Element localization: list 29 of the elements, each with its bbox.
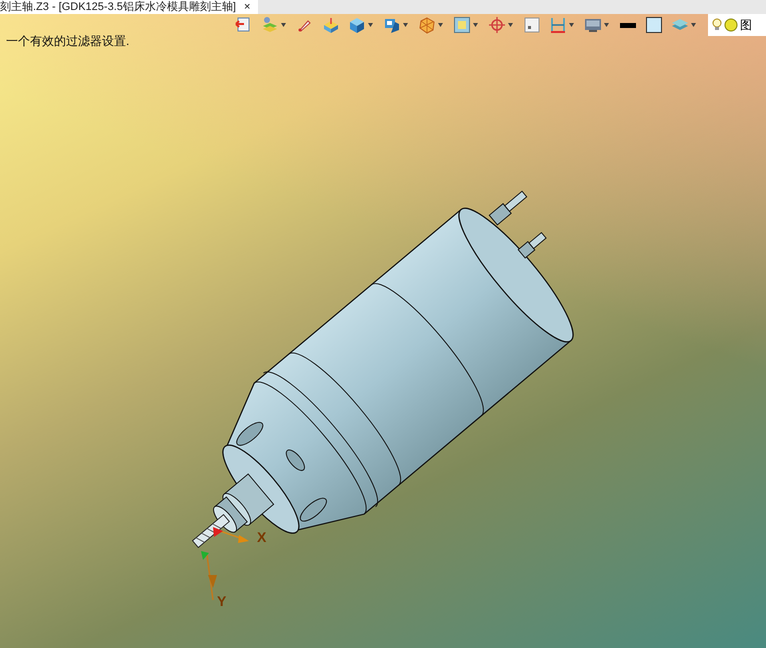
axis-label: Y bbox=[217, 592, 226, 611]
lightbulb-icon bbox=[712, 18, 722, 32]
circle-icon bbox=[724, 18, 738, 32]
layer-field[interactable]: 图 bbox=[708, 14, 766, 36]
axis-label: X bbox=[257, 528, 266, 547]
tab-title: 刻主轴.Z3 - [GDK125-3.5铝床水冷模具雕刻主轴] bbox=[0, 0, 236, 14]
caret-icon[interactable] bbox=[438, 23, 443, 27]
polygon-icon[interactable] bbox=[418, 16, 436, 34]
caret-icon[interactable] bbox=[691, 23, 696, 27]
document-tab[interactable]: 刻主轴.Z3 - [GDK125-3.5铝床水冷模具雕刻主轴] × bbox=[0, 0, 258, 14]
caret-icon[interactable] bbox=[508, 23, 513, 27]
caret-icon[interactable] bbox=[569, 23, 574, 27]
caret-icon[interactable] bbox=[281, 23, 286, 27]
caret-icon[interactable] bbox=[403, 23, 408, 27]
box-icon[interactable] bbox=[322, 16, 340, 34]
caret-icon[interactable] bbox=[604, 23, 609, 27]
window-icon[interactable] bbox=[523, 16, 541, 34]
monitor-icon[interactable] bbox=[584, 16, 602, 34]
status-message: 一个有效的过滤器设置. bbox=[6, 33, 130, 50]
layer-value: 图 bbox=[740, 17, 752, 34]
crosshair-icon[interactable] bbox=[488, 16, 506, 34]
caret-icon[interactable] bbox=[473, 23, 478, 27]
caret-icon[interactable] bbox=[368, 23, 373, 27]
dimension-icon[interactable] bbox=[549, 16, 567, 34]
close-button[interactable]: × bbox=[244, 0, 250, 14]
frame-icon[interactable] bbox=[453, 16, 471, 34]
cube-icon[interactable] bbox=[348, 16, 366, 34]
fill-color-icon[interactable] bbox=[645, 16, 663, 34]
view-cube-icon[interactable] bbox=[383, 16, 401, 34]
